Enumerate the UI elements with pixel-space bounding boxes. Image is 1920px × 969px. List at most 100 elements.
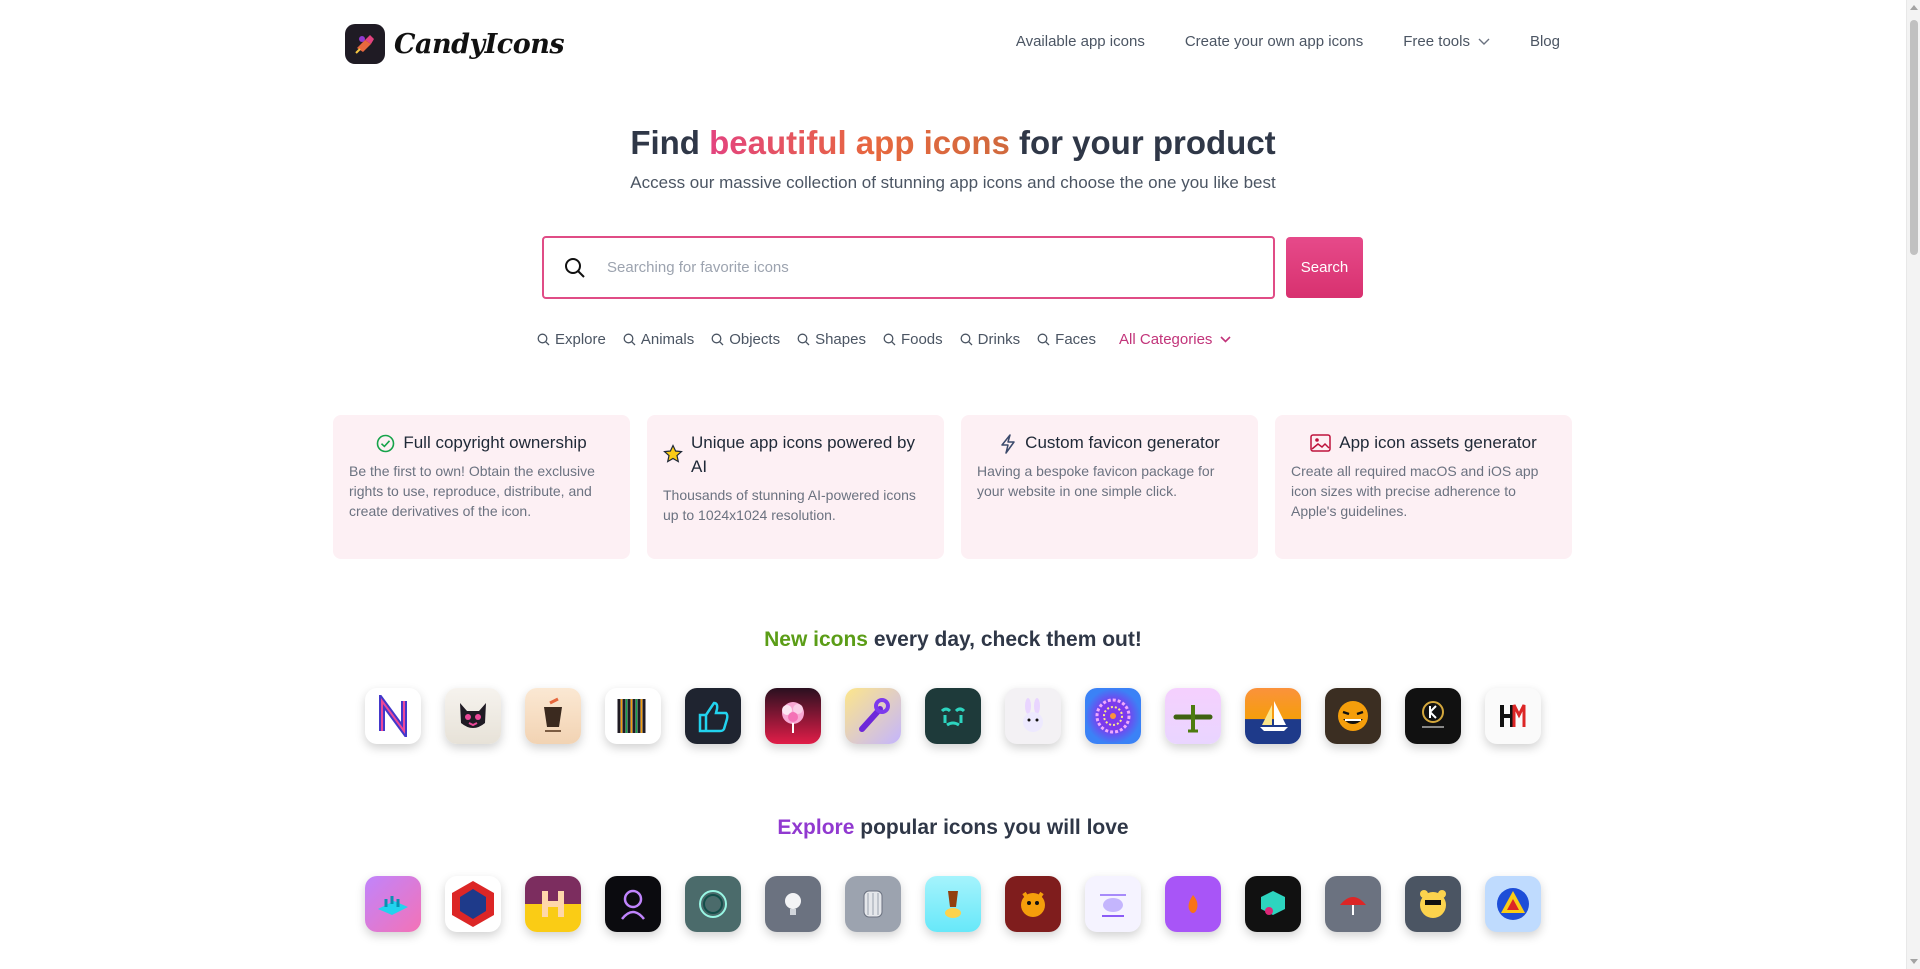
app-icon-ring[interactable]	[685, 876, 741, 932]
app-icon-triangle-badge[interactable]	[1485, 876, 1541, 932]
app-icon-pink-flower[interactable]	[765, 688, 821, 744]
search-icon	[1037, 333, 1050, 346]
app-icon-lightbulb[interactable]	[765, 876, 821, 932]
nav-blog[interactable]: Blog	[1530, 33, 1560, 50]
app-icon-astronaut[interactable]	[605, 876, 661, 932]
site-header: CandyIcons Available app icons Create yo…	[0, 0, 1906, 88]
image-icon	[1310, 434, 1331, 452]
feature-card-assets: App icon assets generator Create all req…	[1275, 415, 1572, 559]
app-icon-cat-face[interactable]	[445, 688, 501, 744]
category-faces[interactable]: Faces	[1037, 331, 1096, 348]
category-explore[interactable]: Explore	[537, 331, 606, 348]
feature-cards: Full copyright ownership Be the first to…	[333, 415, 1572, 559]
app-icon-airplane[interactable]	[1165, 688, 1221, 744]
app-icon-cylinder[interactable]	[845, 876, 901, 932]
category-label: Explore	[555, 331, 606, 348]
search-box	[542, 236, 1275, 299]
app-icon-thumbs-up[interactable]	[685, 688, 741, 744]
hero-subtitle: Access our massive collection of stunnin…	[630, 173, 1276, 192]
category-label: Animals	[640, 331, 695, 348]
app-icon-gold-k[interactable]	[1405, 688, 1461, 744]
category-foods[interactable]: Foods	[883, 331, 943, 348]
app-icon-stripes[interactable]	[605, 688, 661, 744]
app-icon-sailboat[interactable]	[1245, 688, 1301, 744]
scroll-down-arrow[interactable]	[1910, 959, 1918, 964]
scroll-up-arrow[interactable]	[1910, 5, 1918, 10]
search-icon	[563, 256, 587, 280]
app-icon-letter-h[interactable]	[525, 876, 581, 932]
category-list: Explore Animals Objects Shapes Foods Dri…	[537, 331, 1231, 348]
all-categories-dropdown[interactable]: All Categories	[1119, 331, 1231, 348]
app-icon-green-cube[interactable]	[1245, 876, 1301, 932]
category-label: Drinks	[977, 331, 1021, 348]
check-circle-icon	[377, 434, 395, 453]
feature-body: Create all required macOS and iOS app ic…	[1291, 463, 1539, 519]
app-icon-hexagon-cube[interactable]	[445, 876, 501, 932]
explore-icons-rest: popular icons you will love	[854, 816, 1129, 839]
all-categories-label: All Categories	[1119, 331, 1213, 348]
lightning-icon	[1001, 434, 1015, 454]
app-icon-flame[interactable]	[1165, 876, 1221, 932]
app-icon-grinning-face[interactable]	[1325, 688, 1381, 744]
category-objects[interactable]: Objects	[711, 331, 780, 348]
category-label: Shapes	[815, 331, 866, 348]
app-icon-bear[interactable]	[1405, 876, 1461, 932]
explore-icons-row	[365, 876, 1541, 932]
search-icon	[623, 333, 636, 346]
new-icons-heading: New icons every day, check them out!	[0, 628, 1906, 652]
category-animals[interactable]: Animals	[623, 331, 694, 348]
brand-name: CandyIcons	[394, 28, 565, 60]
feature-title: Unique app icons powered by AI	[691, 433, 915, 476]
app-icon-coffee-cup[interactable]	[525, 688, 581, 744]
category-label: Objects	[729, 331, 781, 348]
search-icon	[797, 333, 810, 346]
feature-body: Be the first to own! Obtain the exclusiv…	[349, 463, 595, 519]
nav-available-icons[interactable]: Available app icons	[1016, 33, 1145, 50]
new-icons-row	[365, 688, 1541, 744]
app-icon-brush[interactable]	[925, 876, 981, 932]
new-icons-highlight: New icons	[764, 628, 868, 651]
feature-card-favicon: Custom favicon generator Having a bespok…	[961, 415, 1258, 559]
app-icon-n-letter[interactable]	[365, 688, 421, 744]
nav-free-tools-label: Free tools	[1403, 33, 1470, 50]
main-nav: Available app icons Create your own app …	[1016, 33, 1560, 50]
app-icon-hm-letters[interactable]	[1485, 688, 1541, 744]
chevron-down-icon	[1478, 38, 1490, 45]
app-icon-umbrella[interactable]	[1325, 876, 1381, 932]
scrollbar-thumb[interactable]	[1910, 20, 1918, 255]
explore-icons-highlight: Explore	[777, 816, 855, 839]
page-scrollbar[interactable]	[1906, 0, 1920, 969]
search-icon	[711, 333, 724, 346]
search-icon	[883, 333, 896, 346]
category-shapes[interactable]: Shapes	[797, 331, 866, 348]
brand-logo[interactable]: CandyIcons	[345, 24, 565, 64]
feature-body: Having a bespoke favicon package for you…	[977, 463, 1215, 499]
star-icon	[663, 444, 683, 463]
feature-title: App icon assets generator	[1339, 433, 1537, 452]
search-icon	[537, 333, 550, 346]
hero-title: Find beautiful app icons for your produc…	[0, 124, 1906, 162]
explore-icons-heading: Explore popular icons you will love	[0, 816, 1906, 840]
category-label: Foods	[900, 331, 943, 348]
search-button[interactable]: Search	[1286, 237, 1363, 298]
feature-card-ai: Unique app icons powered by AI Thousands…	[647, 415, 944, 559]
nav-create-icons[interactable]: Create your own app icons	[1185, 33, 1363, 50]
app-icon-crying-face[interactable]	[925, 688, 981, 744]
hero-title-highlight: beautiful app icons	[709, 124, 1010, 161]
app-icon-tiger[interactable]	[1005, 876, 1061, 932]
new-icons-rest: every day, check them out!	[867, 628, 1142, 651]
app-icon-blue-platform[interactable]	[365, 876, 421, 932]
feature-card-copyright: Full copyright ownership Be the first to…	[333, 415, 630, 559]
app-icon-bunny[interactable]	[1005, 688, 1061, 744]
app-icon-wrench[interactable]	[845, 688, 901, 744]
chevron-down-icon	[1220, 336, 1231, 343]
nav-free-tools[interactable]: Free tools	[1403, 33, 1490, 50]
hero-title-pre: Find	[630, 124, 710, 161]
app-icon-mandala[interactable]	[1085, 688, 1141, 744]
hero-title-post: for your product	[1009, 124, 1276, 161]
candy-logo-icon	[345, 24, 385, 64]
feature-title: Full copyright ownership	[403, 433, 587, 452]
app-icon-helicopter[interactable]	[1085, 876, 1141, 932]
search-input[interactable]	[607, 259, 1227, 276]
category-drinks[interactable]: Drinks	[960, 331, 1021, 348]
